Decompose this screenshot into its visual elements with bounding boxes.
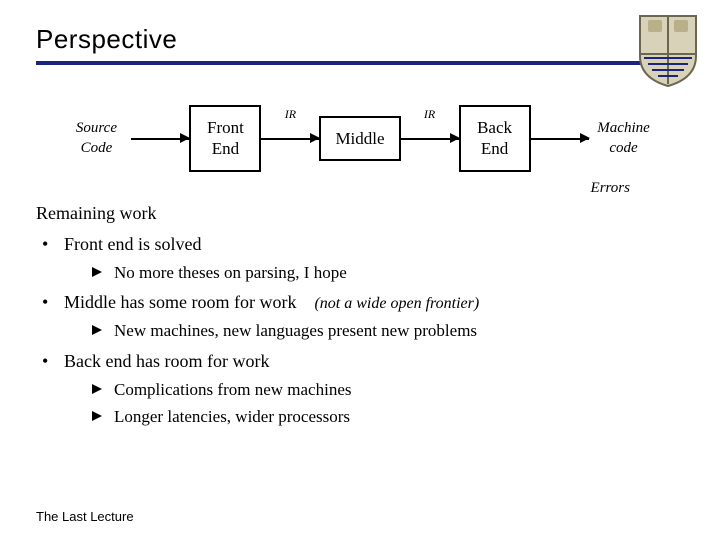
sub-bullet-item: No more theses on parsing, I hope [92,260,684,286]
bullet-list: Front end is solved No more theses on par… [36,231,684,430]
bullet-item: Front end is solved No more theses on par… [40,231,684,286]
logo-crest [636,10,700,88]
sub-bullet-item: Longer latencies, wider processors [92,404,684,430]
content-body: Remaining work Front end is solved No mor… [36,200,684,430]
arrow-ir2: IR [401,121,459,155]
errors-label: Errors [591,180,630,197]
sub-list: No more theses on parsing, I hope [64,260,684,286]
remaining-work-heading: Remaining work [36,200,684,227]
aside-note: (not a wide open frontier) [314,295,479,312]
footer-text: The Last Lecture [36,509,134,524]
bullet-text: Back end has room for work [64,351,269,371]
text: Front [207,118,244,137]
arrow-ir1: IR [261,121,319,155]
page-title: Perspective [36,24,684,55]
machine-code-label: Machine code [589,118,659,159]
ir-label: IR [285,107,296,122]
source-code-label: Source Code [61,118,131,159]
bullet-text: Middle has some room for work [64,292,296,312]
ir-label: IR [424,107,435,122]
text: Back [477,118,512,137]
text: Machine [597,118,649,138]
compiler-pipeline-diagram: Source Code Front End IR Middle IR Back … [36,105,684,172]
sub-bullet-item: New machines, new languages present new … [92,318,684,344]
text: Code [81,138,113,158]
sub-bullet-item: Complications from new machines [92,377,684,403]
text: code [609,138,637,158]
middle-box: Middle [319,116,400,161]
text: End [212,139,239,158]
text: Source [76,118,117,138]
bullet-text: Front end is solved [64,234,202,254]
arrow [531,121,589,155]
sub-list: Complications from new machinesLonger la… [64,377,684,430]
bullet-item: Middle has some room for work (not a wide… [40,289,684,344]
title-rule [36,61,684,65]
front-end-box: Front End [189,105,261,172]
text: Middle [335,129,384,148]
arrow [131,121,189,155]
text: End [481,139,508,158]
bullet-item: Back end has room for work Complications … [40,348,684,430]
back-end-box: Back End [459,105,531,172]
sub-list: New machines, new languages present new … [64,318,684,344]
